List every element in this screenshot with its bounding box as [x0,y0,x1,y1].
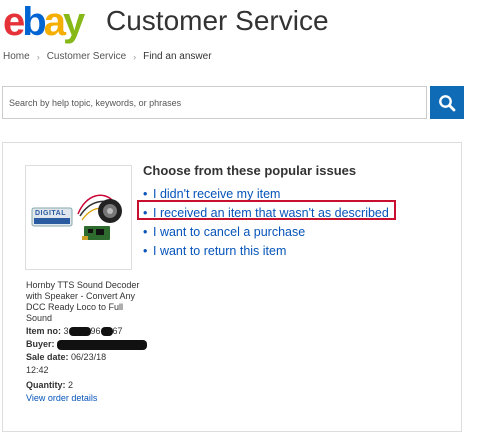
logo-letter-y: y [62,0,85,44]
ebay-logo[interactable]: ebay [3,0,85,44]
breadcrumb-home[interactable]: Home [3,51,30,62]
issue-label: I want to return this item [153,244,287,258]
search-input[interactable] [2,86,427,119]
breadcrumb-current: Find an answer [143,51,212,62]
breadcrumb: Home › Customer Service › Find an answer [3,51,212,62]
redaction-bar [57,339,148,350]
page-title: Customer Service [106,5,329,36]
product-image [31,194,122,240]
quantity-value: 2 [68,380,74,390]
issue-label: I didn't receive my item [153,187,281,201]
item-number-row: Item no: 3 96 67 [26,326,146,337]
item-number-start: 3 [63,326,69,336]
chevron-right-icon: › [36,51,40,62]
buyer-row: Buyer: [26,339,148,350]
sale-date-row: Sale date: 06/23/18 [26,352,146,363]
logo-letter-b: b [22,0,47,44]
sale-date-label: Sale date: [26,352,69,362]
search-button[interactable] [430,86,464,119]
item-thumbnail[interactable]: DIGITAL [25,165,132,270]
sale-date-value: 06/23/18 [71,352,107,362]
product-badge-label: DIGITAL [35,210,66,217]
breadcrumb-customer-service[interactable]: Customer Service [47,51,126,62]
search-bar [2,86,464,119]
bullet-icon: • [143,244,148,258]
quantity-label: Quantity: [26,380,66,390]
issue-cancel-purchase[interactable]: • I want to cancel a purchase [143,223,389,242]
chevron-right-icon: › [133,51,137,62]
buyer-label: Buyer: [26,339,55,349]
item-title: Hornby TTS Sound Decoder with Speaker - … [26,280,140,323]
view-order-details-link[interactable]: View order details [26,393,97,403]
page-header: ebay Customer Service [0,0,480,44]
redaction-bar [100,327,113,337]
bullet-icon: • [143,225,148,239]
quantity-row: Quantity: 2 [26,380,146,391]
item-number-label: Item no: [26,326,61,336]
item-number-end: 67 [112,326,123,336]
issue-label: I want to cancel a purchase [153,225,306,239]
redaction-bar [68,327,91,337]
search-icon [439,94,456,111]
logo-letter-a: a [43,0,66,44]
sale-time-value: 12:42 [26,365,49,375]
item-details: Hornby TTS Sound Decoder with Speaker - … [26,280,148,406]
issue-return-item[interactable]: • I want to return this item [143,242,389,261]
item-number-mid: 96 [90,326,101,336]
logo-letter-e: e [3,0,25,44]
highlight-box [137,200,396,220]
issue-list: • I didn't receive my item • I received an… [143,185,389,261]
issues-heading: Choose from these popular issues [143,163,357,178]
